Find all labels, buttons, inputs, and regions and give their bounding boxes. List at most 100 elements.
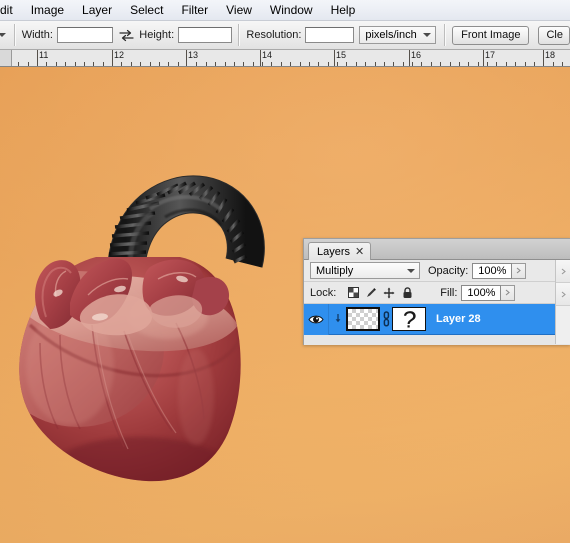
lock-label: Lock: <box>310 286 337 299</box>
ruler-major-tick <box>112 50 113 66</box>
table-row[interactable]: Layer 28 <box>304 303 570 335</box>
menu-item-window[interactable]: Window <box>261 1 322 20</box>
front-image-button[interactable]: Front Image <box>452 25 530 45</box>
ruler-minor-tick <box>168 62 169 66</box>
ruler-minor-tick <box>196 62 197 66</box>
ruler-major-tick <box>260 50 261 66</box>
tool-preset-picker[interactable] <box>0 21 8 50</box>
ruler-minor-tick <box>281 62 282 66</box>
ruler-label: 18 <box>545 50 556 60</box>
menu-item-filter[interactable]: Filter <box>172 1 217 20</box>
opacity-label: Opacity: <box>428 264 469 277</box>
lock-all-icon[interactable] <box>400 286 414 300</box>
resolution-label: Resolution: <box>246 29 302 41</box>
lock-image-pixels-icon[interactable] <box>364 286 378 300</box>
menu-item-edit[interactable]: dit <box>0 1 22 20</box>
options-separator-3 <box>444 24 447 46</box>
ruler-minor-tick <box>150 62 151 66</box>
ruler-label: 13 <box>188 50 199 60</box>
ruler-minor-tick <box>206 62 207 66</box>
ruler-minor-tick <box>215 62 216 66</box>
lock-buttons <box>346 286 414 300</box>
lock-transparent-pixels-icon[interactable] <box>346 286 360 300</box>
swap-width-height-button[interactable] <box>118 26 134 44</box>
ruler-major-tick <box>37 50 38 66</box>
opacity-input[interactable]: 100% <box>472 262 513 279</box>
menu-item-layer[interactable]: Layer <box>73 1 121 20</box>
height-label: Height: <box>139 29 175 41</box>
ruler-minor-tick <box>75 62 76 66</box>
layers-panel[interactable]: Layers ✕ Multiply Opacity: 100% Lock: Fi… <box>303 238 570 345</box>
ruler-minor-tick <box>440 62 441 66</box>
menu-item-label: Layer <box>82 2 113 17</box>
tab-layers-label: Layers <box>317 245 351 258</box>
clear-button[interactable]: Cle <box>538 25 570 45</box>
ruler-minor-tick <box>562 62 563 66</box>
options-separator <box>13 24 16 46</box>
tab-layers[interactable]: Layers ✕ <box>308 242 372 260</box>
ruler-minor-tick <box>271 62 272 66</box>
layer-mask-thumbnail[interactable] <box>392 307 426 331</box>
link-icon[interactable] <box>380 307 392 331</box>
height-input[interactable] <box>178 27 233 43</box>
ruler-label: 11 <box>39 50 49 60</box>
ruler-corner <box>0 50 12 66</box>
menu-item-image[interactable]: Image <box>22 1 73 20</box>
ruler-minor-tick <box>318 62 319 66</box>
chevron-down-icon <box>423 33 432 37</box>
ruler-minor-tick <box>56 62 57 66</box>
ruler-minor-tick <box>553 62 554 66</box>
panel-scroll-column[interactable] <box>555 260 570 344</box>
layer-name-label[interactable]: Layer 28 <box>436 313 481 325</box>
ruler-minor-tick <box>18 62 19 66</box>
ruler-major-tick <box>334 50 335 66</box>
blend-mode-row: Multiply Opacity: 100% <box>304 260 570 282</box>
ruler-minor-tick <box>234 62 235 66</box>
ruler-minor-tick <box>515 62 516 66</box>
horizontal-ruler[interactable]: 11 12 13 14 15 16 17 18 <box>0 50 570 67</box>
ruler-minor-tick <box>496 62 497 66</box>
ruler-minor-tick <box>103 62 104 66</box>
lock-position-icon[interactable] <box>382 286 396 300</box>
menu-item-label: Image <box>30 2 65 17</box>
fill-slider-button[interactable] <box>501 284 516 301</box>
chevron-right-icon <box>561 268 566 274</box>
layers-panel-tabstrip: Layers ✕ <box>304 239 570 260</box>
ruler-minor-tick <box>384 62 385 66</box>
ruler-minor-tick <box>356 62 357 66</box>
width-input[interactable] <box>56 27 114 43</box>
chevron-right-icon <box>561 291 566 297</box>
fill-scroll-button[interactable] <box>556 283 570 306</box>
ruler-minor-tick <box>431 62 432 66</box>
ruler-minor-tick <box>290 62 291 66</box>
resolution-input[interactable] <box>305 27 355 43</box>
resolution-units-select[interactable]: pixels/inch <box>359 26 437 44</box>
menu-item-view[interactable]: View <box>217 1 261 20</box>
fill-input[interactable]: 100% <box>461 284 502 301</box>
ruler-major-tick <box>543 50 544 66</box>
ruler-minor-tick <box>346 62 347 66</box>
ruler-label: 16 <box>411 50 422 60</box>
ruler-label: 14 <box>262 50 273 60</box>
resolution-units-value: pixels/inch <box>365 29 417 41</box>
blend-mode-select[interactable]: Multiply <box>310 262 420 279</box>
close-icon[interactable]: ✕ <box>355 246 364 257</box>
ruler-minor-tick <box>393 62 394 66</box>
opacity-scroll-button[interactable] <box>556 260 570 283</box>
width-label: Width: <box>21 29 53 41</box>
ruler-minor-tick <box>525 62 526 66</box>
ruler-minor-tick <box>487 62 488 66</box>
ruler-minor-tick <box>131 62 132 66</box>
menu-bar: dit Image Layer Select Filter View Windo… <box>0 0 570 21</box>
opacity-slider-button[interactable] <box>512 262 527 279</box>
menu-item-label: dit <box>0 2 13 17</box>
ruler-minor-tick <box>328 62 329 66</box>
ruler-minor-tick <box>65 62 66 66</box>
chevron-right-icon <box>517 267 522 274</box>
menu-item-select[interactable]: Select <box>121 1 172 20</box>
menu-item-label: Select <box>130 2 164 17</box>
menu-item-help[interactable]: Help <box>322 1 365 20</box>
layer-visibility-toggle[interactable] <box>304 303 329 335</box>
ruler-minor-tick <box>468 62 469 66</box>
layer-thumbnail[interactable] <box>346 307 380 331</box>
